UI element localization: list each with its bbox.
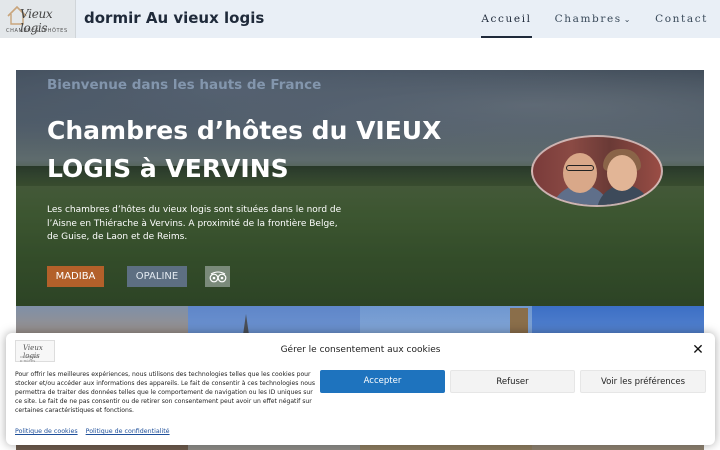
cookie-policy-links: Politique de cookies Politique de confid… [15,428,176,435]
cookie-logo-tagline: CHAMBRES D'HÔTES [20,355,40,363]
hero-description: Les chambres d’hôtes du vieux logis sont… [47,205,342,242]
nav-item-chambres[interactable]: Chambres ⌄ [555,0,632,38]
nav-item-accueil[interactable]: Accueil [481,0,532,38]
site-title[interactable]: dormir Au vieux logis [84,9,264,27]
tripadvisor-icon [209,270,226,282]
cookie-banner-text: Pour offrir les meilleures expériences, … [15,371,315,414]
refuse-button[interactable]: Refuser [450,370,575,393]
cookie-consent-banner: Vieux logis CHAMBRES D'HÔTES Gérer le co… [6,333,715,445]
site-header: Vieux logis CHAMBRES D'HÔTES dormir Au v… [0,0,720,38]
hero-banner: Bienvenue dans les hauts de France Chamb… [16,70,704,306]
madiba-button[interactable]: MADIBA [47,266,104,287]
tripadvisor-button[interactable] [205,266,230,287]
main-nav: Accueil Chambres ⌄ Contact [458,0,708,38]
chevron-down-icon: ⌄ [623,15,633,24]
privacy-policy-link[interactable]: Politique de confidentialité [86,428,170,435]
nav-item-label: Accueil [481,13,532,25]
cookie-banner-title: Gérer le consentement aux cookies [280,345,441,355]
nav-item-label: Contact [655,13,708,25]
close-icon[interactable]: ✕ [691,343,705,357]
hero-eyebrow: Bienvenue dans les hauts de France [47,77,322,93]
hero-title: Chambres d’hôtes du VIEUX LOGIS à VERVIN… [47,116,442,183]
preferences-button[interactable]: Voir les préférences [580,370,706,393]
site-logo[interactable]: Vieux logis CHAMBRES D'HÔTES [0,0,76,38]
nav-item-label: Chambres [554,13,622,25]
opaline-button[interactable]: OPALINE [127,266,187,287]
accept-button[interactable]: Accepter [320,370,445,393]
logo-tagline: CHAMBRES D'HÔTES [6,28,68,34]
nav-item-contact[interactable]: Contact [655,0,708,38]
hosts-photo [531,135,663,207]
cookie-policy-link[interactable]: Politique de cookies [15,428,78,435]
